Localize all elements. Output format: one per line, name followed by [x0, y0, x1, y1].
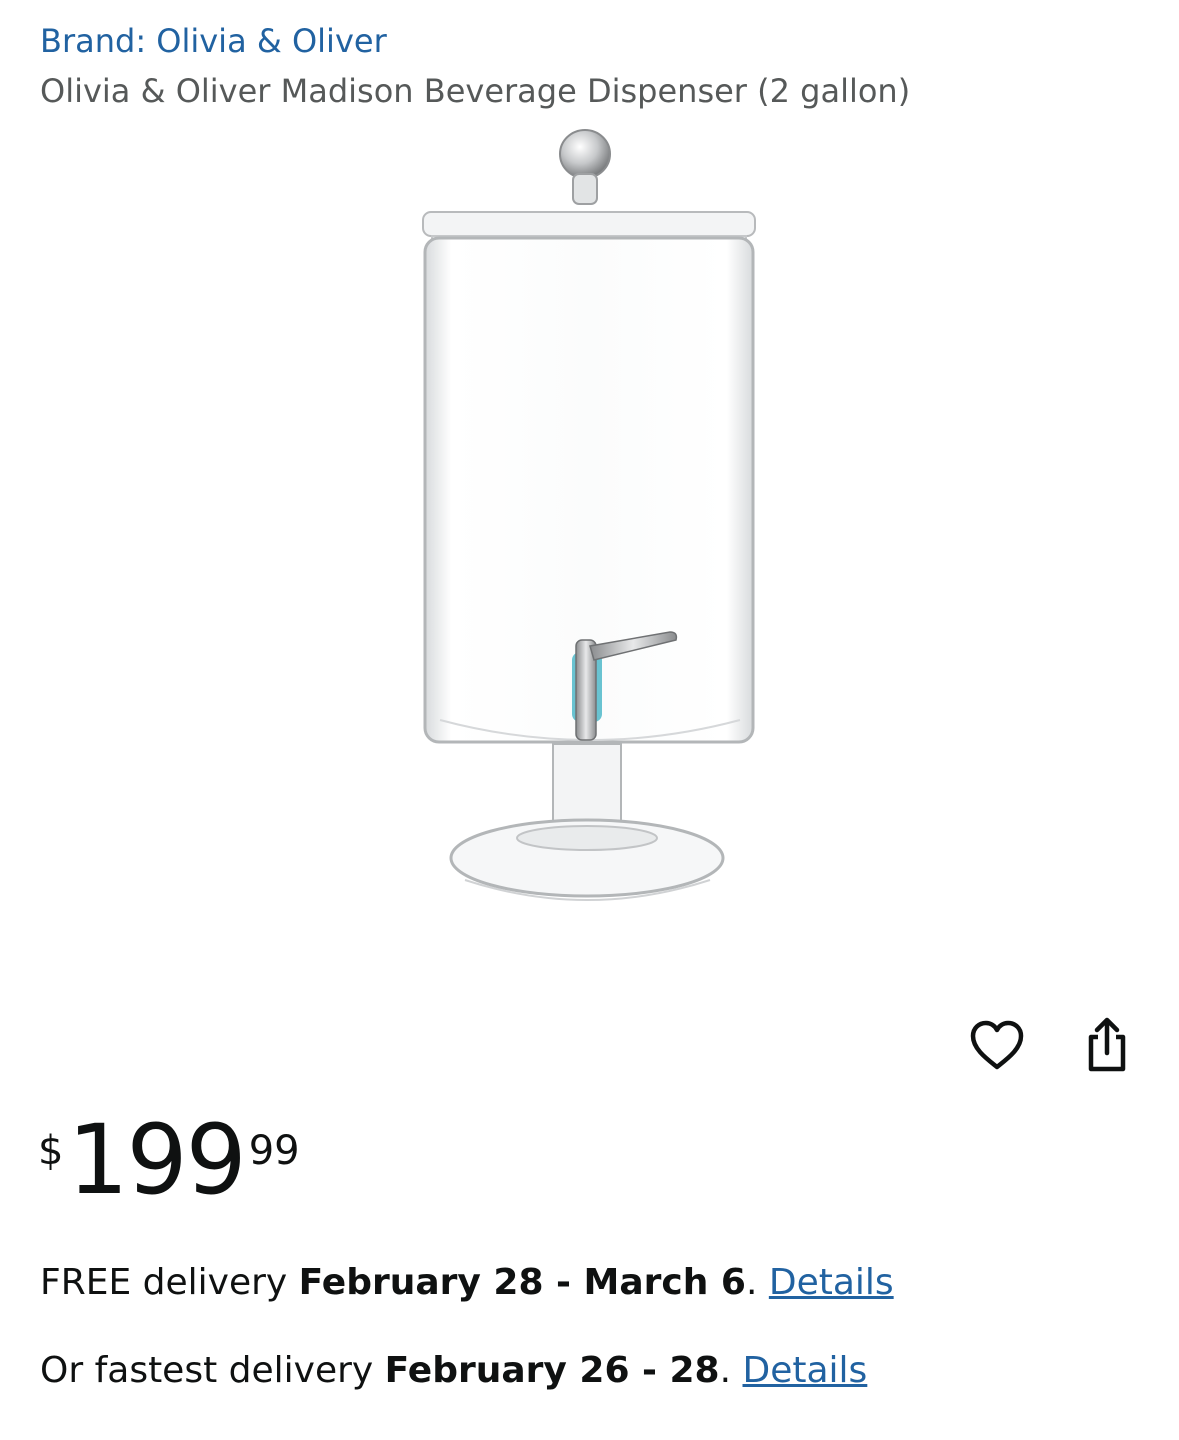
- fastest-delivery-dates: February 26 - 28: [384, 1350, 720, 1391]
- price-fraction: 99: [248, 1128, 300, 1174]
- heart-icon[interactable]: [964, 1012, 1030, 1078]
- price-whole: 199: [67, 1104, 246, 1216]
- free-delivery-details-link[interactable]: Details: [769, 1262, 894, 1303]
- free-delivery-dates: February 28 - March 6: [298, 1262, 746, 1303]
- price: $ 199 99: [38, 1112, 300, 1222]
- free-delivery-period: .: [745, 1262, 769, 1303]
- fastest-delivery-period: .: [719, 1350, 743, 1391]
- share-icon[interactable]: [1074, 1012, 1140, 1078]
- free-delivery-prefix: FREE delivery: [40, 1262, 299, 1303]
- fastest-delivery-line: Or fastest delivery February 26 - 28. De…: [40, 1350, 867, 1391]
- product-image[interactable]: [380, 120, 800, 930]
- fastest-delivery-details-link[interactable]: Details: [743, 1350, 868, 1391]
- price-symbol: $: [38, 1128, 64, 1174]
- fastest-delivery-prefix: Or fastest delivery: [40, 1350, 385, 1391]
- brand-link[interactable]: Brand: Olivia & Oliver: [40, 22, 387, 60]
- free-delivery-line: FREE delivery February 28 - March 6. Det…: [40, 1262, 894, 1303]
- product-title: Olivia & Oliver Madison Beverage Dispens…: [40, 72, 911, 110]
